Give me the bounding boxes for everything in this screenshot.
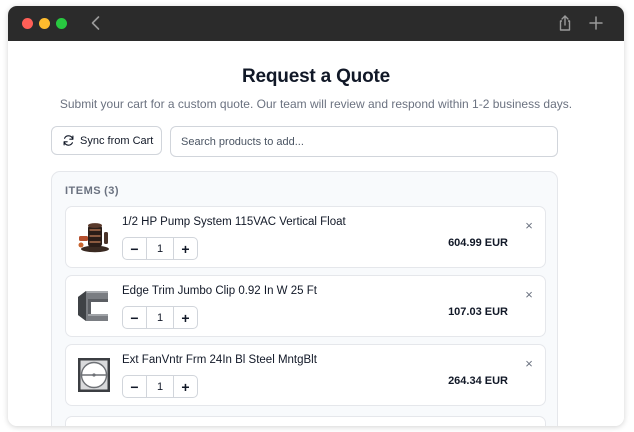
page-subtitle: Submit your cart for a custom quote. Our… bbox=[59, 97, 573, 111]
pump-image bbox=[78, 223, 109, 253]
cart-item: Edge Trim Jumbo Clip 0.92 In W 25 Ft − 1… bbox=[65, 275, 546, 337]
sync-from-cart-label: Sync from Cart bbox=[80, 134, 154, 147]
increase-quantity-button[interactable]: + bbox=[174, 238, 197, 259]
minimize-window-button[interactable] bbox=[39, 18, 50, 29]
new-tab-plus-icon[interactable] bbox=[587, 14, 605, 32]
item-name: 1/2 HP Pump System 115VAC Vertical Float bbox=[122, 216, 346, 228]
item-price: 107.03 EUR bbox=[448, 306, 508, 318]
quantity-value[interactable]: 1 bbox=[146, 238, 174, 259]
remove-item-button[interactable]: × bbox=[521, 355, 537, 371]
item-price: 604.99 EUR bbox=[448, 237, 508, 249]
increase-quantity-button[interactable]: + bbox=[174, 307, 197, 328]
cart-item: Ext FanVntr Frm 24In Bl Steel MntgBlt − … bbox=[65, 344, 546, 406]
quantity-value[interactable]: 1 bbox=[146, 376, 174, 397]
quantity-stepper: − 1 + bbox=[122, 237, 198, 260]
zoom-window-button[interactable] bbox=[56, 18, 67, 29]
browser-window: Request a Quote Submit your cart for a c… bbox=[8, 6, 624, 426]
quantity-stepper: − 1 + bbox=[122, 375, 198, 398]
increase-quantity-button[interactable]: + bbox=[174, 376, 197, 397]
page-content: Request a Quote Submit your cart for a c… bbox=[8, 41, 624, 426]
share-icon[interactable] bbox=[556, 14, 574, 32]
items-heading: ITEMS (3) bbox=[65, 185, 119, 197]
decrease-quantity-button[interactable]: − bbox=[123, 238, 146, 259]
items-heading-label: ITEMS bbox=[65, 185, 102, 197]
cart-item: 1/2 HP Pump System 115VAC Vertical Float… bbox=[65, 206, 546, 268]
refresh-icon bbox=[63, 135, 74, 146]
product-search-input[interactable] bbox=[170, 126, 558, 157]
fan-frame-image bbox=[78, 358, 110, 392]
cart-item-partial bbox=[65, 416, 546, 426]
item-name: Edge Trim Jumbo Clip 0.92 In W 25 Ft bbox=[122, 285, 317, 297]
page-title: Request a Quote bbox=[242, 66, 390, 87]
remove-item-button[interactable]: × bbox=[521, 217, 537, 233]
title-bar bbox=[8, 6, 624, 41]
edge-trim-image bbox=[78, 291, 108, 321]
back-chevron-icon[interactable] bbox=[87, 14, 105, 32]
sync-from-cart-button[interactable]: Sync from Cart bbox=[51, 126, 162, 155]
decrease-quantity-button[interactable]: − bbox=[123, 376, 146, 397]
decrease-quantity-button[interactable]: − bbox=[123, 307, 146, 328]
remove-item-button[interactable]: × bbox=[521, 286, 537, 302]
close-window-button[interactable] bbox=[22, 18, 33, 29]
item-name: Ext FanVntr Frm 24In Bl Steel MntgBlt bbox=[122, 354, 317, 366]
items-panel: ITEMS (3) 1/2 HP Pump System 115VAC Verti… bbox=[51, 171, 558, 426]
quantity-stepper: − 1 + bbox=[122, 306, 198, 329]
quantity-value[interactable]: 1 bbox=[146, 307, 174, 328]
items-count: (3) bbox=[104, 185, 120, 197]
item-price: 264.34 EUR bbox=[448, 375, 508, 387]
